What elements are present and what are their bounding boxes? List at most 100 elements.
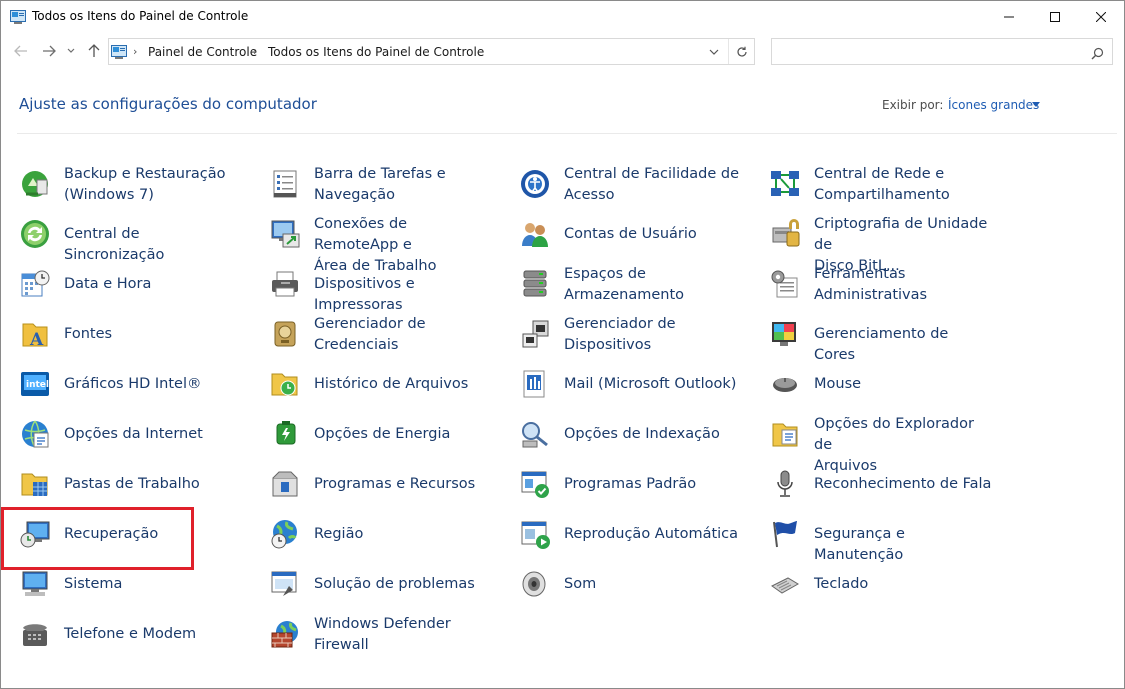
item-label[interactable]: Solução de problemas — [314, 574, 494, 595]
item-label[interactable]: Opções da Internet — [64, 424, 244, 445]
control-panel-item[interactable]: Espaços de Armazenamento — [501, 256, 746, 306]
item-label[interactable]: Programas Padrão — [564, 474, 744, 495]
control-panel-item[interactable]: Barra de Tarefas e Navegação — [251, 156, 496, 206]
control-panel-item[interactable]: Telefone e Modem — [1, 606, 246, 656]
breadcrumb-all-items[interactable]: Todos os Itens do Painel de Controle — [268, 45, 484, 59]
item-label-line1[interactable]: Ferramentas — [814, 264, 994, 285]
control-panel-item[interactable]: Programas e Recursos — [251, 456, 496, 506]
control-panel-item[interactable]: Histórico de Arquivos — [251, 356, 496, 406]
breadcrumb-control-panel[interactable]: Painel de Controle — [148, 45, 257, 59]
breadcrumb-separator-icon[interactable]: › — [133, 45, 137, 58]
control-panel-item[interactable]: Windows Defender Firewall — [251, 606, 496, 656]
view-by-dropdown[interactable]: Ícones grandes — [948, 98, 1039, 112]
control-panel-item[interactable]: Gerenciador de Credenciais — [251, 306, 496, 356]
control-panel-item[interactable]: Opções de Indexação — [501, 406, 746, 456]
item-label-line1[interactable]: Som — [564, 574, 744, 595]
item-label[interactable]: Programas e Recursos — [314, 474, 494, 495]
caret-down-icon[interactable] — [1032, 102, 1040, 107]
control-panel-item[interactable]: Central de Facilidade de Acesso — [501, 156, 746, 206]
item-label[interactable]: Reconhecimento de Fala — [814, 474, 994, 495]
item-label-line1[interactable]: Teclado — [814, 574, 994, 595]
item-label[interactable]: Gerenciador de Dispositivos — [564, 314, 744, 356]
search-input[interactable] — [771, 38, 1113, 65]
item-label-line1[interactable]: Pastas de Trabalho — [64, 474, 244, 495]
control-panel-item[interactable]: Central de Sincronização — [1, 206, 246, 263]
item-label[interactable]: Central de Rede e Compartilhamento — [814, 164, 994, 206]
item-label[interactable]: Pastas de Trabalho — [64, 474, 244, 495]
item-label-line1[interactable]: Central de Rede e — [814, 164, 994, 185]
item-label-line1[interactable]: Reprodução Automática — [564, 524, 744, 545]
item-label-line1[interactable]: Sistema — [64, 574, 244, 595]
item-label-line1[interactable]: Região — [314, 524, 494, 545]
item-label-line1[interactable]: Programas e Recursos — [314, 474, 494, 495]
control-panel-item[interactable]: intel Gráficos HD Intel® — [1, 356, 246, 406]
up-button[interactable] — [84, 41, 104, 61]
item-label[interactable]: Histórico de Arquivos — [314, 374, 494, 395]
item-label-line1[interactable]: Espaços de — [564, 264, 744, 285]
control-panel-item[interactable]: A Fontes — [1, 306, 246, 356]
item-label[interactable]: Windows Defender Firewall — [314, 614, 494, 656]
control-panel-item[interactable]: Pastas de Trabalho — [1, 456, 246, 506]
item-label[interactable]: Ferramentas Administrativas — [814, 264, 994, 306]
item-label[interactable]: Espaços de Armazenamento — [564, 264, 744, 306]
item-label-line1[interactable]: Contas de Usuário — [564, 224, 744, 245]
maximize-button[interactable] — [1032, 1, 1078, 32]
item-label-line1[interactable]: Data e Hora — [64, 274, 244, 295]
item-label-line1[interactable]: Opções de Energia — [314, 424, 494, 445]
item-label-line1[interactable]: Mouse — [814, 374, 994, 395]
item-label-line1[interactable]: Mail (Microsoft Outlook) — [564, 374, 744, 395]
item-label-line1[interactable]: Barra de Tarefas e — [314, 164, 494, 185]
item-label-line2[interactable]: Navegação — [314, 185, 494, 206]
item-label-line1[interactable]: Opções do Explorador de — [814, 414, 994, 456]
item-label-line1[interactable]: Fontes — [64, 324, 244, 345]
item-label-line1[interactable]: Histórico de Arquivos — [314, 374, 494, 395]
item-label-line2[interactable]: Compartilhamento — [814, 185, 994, 206]
item-label-line2[interactable]: Armazenamento — [564, 285, 744, 306]
control-panel-item[interactable]: Gerenciador de Dispositivos — [501, 306, 746, 356]
item-label-line1[interactable]: Criptografia de Unidade de — [814, 214, 994, 256]
control-panel-item[interactable]: Conexões de RemoteApp e Área de Trabalho — [251, 206, 496, 274]
control-panel-item[interactable]: Som — [501, 556, 746, 606]
control-panel-item[interactable]: Opções de Energia — [251, 406, 496, 456]
minimize-button[interactable] — [986, 1, 1032, 32]
breadcrumb-separator-icon[interactable]: › — [253, 45, 257, 58]
item-label[interactable]: Reprodução Automática — [564, 524, 744, 545]
item-label[interactable]: Mouse — [814, 374, 994, 395]
item-label[interactable]: Sistema — [64, 574, 244, 595]
item-label-line1[interactable]: Opções de Indexação — [564, 424, 744, 445]
control-panel-item[interactable]: Backup e Restauração (Windows 7) — [1, 156, 246, 206]
control-panel-item[interactable]: Dispositivos e Impressoras — [251, 256, 496, 313]
control-panel-item[interactable]: Programas Padrão — [501, 456, 746, 506]
item-label[interactable]: Região — [314, 524, 494, 545]
control-panel-item[interactable]: Reprodução Automática — [501, 506, 746, 556]
title-bar[interactable]: Todos os Itens do Painel de Controle — [1, 1, 1124, 32]
item-label-line2[interactable]: (Windows 7) — [64, 185, 244, 206]
item-label[interactable]: Mail (Microsoft Outlook) — [564, 374, 744, 395]
control-panel-item[interactable]: Segurança e Manutenção — [751, 506, 996, 563]
address-dropdown-button[interactable] — [701, 39, 727, 64]
item-label[interactable]: Gerenciador de Credenciais — [314, 314, 494, 356]
control-panel-item[interactable]: Contas de Usuário — [501, 206, 746, 256]
item-label-line1[interactable]: Backup e Restauração — [64, 164, 244, 185]
item-label-line1[interactable]: Telefone e Modem — [64, 624, 244, 645]
item-label-line1[interactable]: Solução de problemas — [314, 574, 494, 595]
item-label-line1[interactable]: Reconhecimento de Fala — [814, 474, 994, 495]
control-panel-item[interactable]: Região — [251, 506, 496, 556]
item-label-line2[interactable]: Credenciais — [314, 335, 494, 356]
control-panel-item[interactable]: Data e Hora — [1, 256, 246, 306]
control-panel-item[interactable]: Reconhecimento de Fala — [751, 456, 996, 506]
item-label[interactable]: Central de Facilidade de Acesso — [564, 164, 744, 206]
control-panel-item[interactable]: Opções da Internet — [1, 406, 246, 456]
item-label[interactable]: Backup e Restauração (Windows 7) — [64, 164, 244, 206]
control-panel-item[interactable]: Solução de problemas — [251, 556, 496, 606]
control-panel-item[interactable]: Mail (Microsoft Outlook) — [501, 356, 746, 406]
control-panel-item[interactable]: Teclado — [751, 556, 996, 606]
refresh-button[interactable] — [728, 39, 755, 64]
item-label-line2[interactable]: Dispositivos — [564, 335, 744, 356]
control-panel-item[interactable]: Gerenciamento de Cores — [751, 306, 996, 363]
item-label[interactable]: Gráficos HD Intel® — [64, 374, 244, 395]
forward-button[interactable] — [39, 41, 59, 61]
item-label-line1[interactable]: Gráficos HD Intel® — [64, 374, 244, 395]
item-label-line1[interactable]: Opções da Internet — [64, 424, 244, 445]
control-panel-item[interactable]: Criptografia de Unidade de Disco BitL... — [751, 206, 996, 274]
